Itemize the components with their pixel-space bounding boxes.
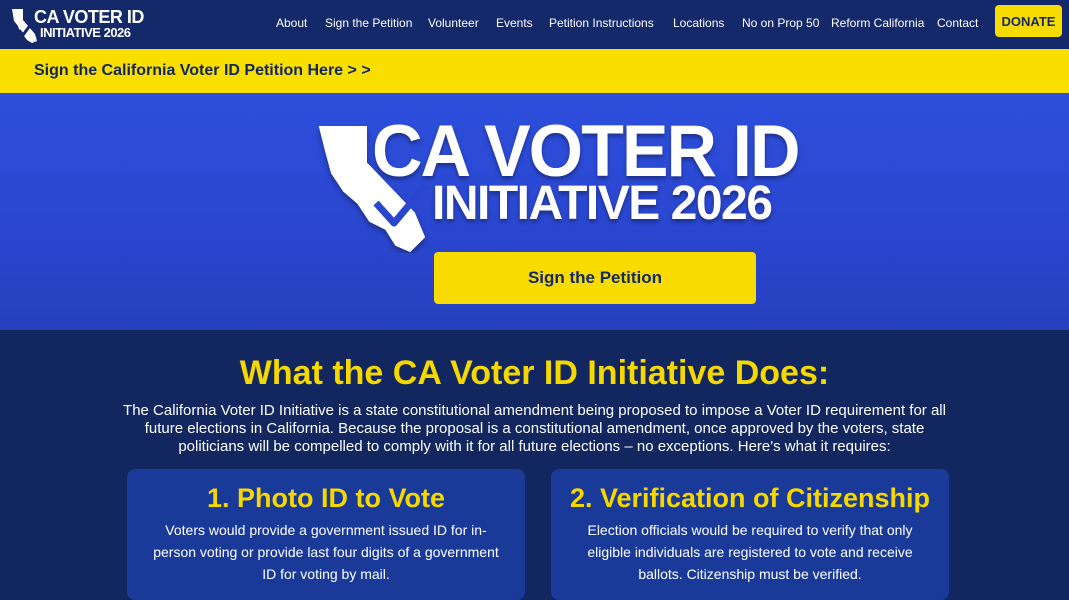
card-photo-id: 1. Photo ID to Vote Voters would provide… — [127, 469, 525, 600]
donate-button[interactable]: DONATE — [995, 5, 1062, 37]
hero-title-line-2: INITIATIVE 2026 — [432, 177, 773, 230]
section-heading: What the CA Voter ID Initiative Does: — [239, 354, 830, 392]
card-body: Voters would provide a government issued… — [153, 522, 499, 582]
sign-petition-button[interactable]: Sign the Petition — [434, 252, 756, 304]
top-navbar: CA VOTER ID INITIATIVE 2026 About Sign t… — [0, 0, 1069, 49]
hero-section: CA VOTER ID INITIATIVE 2026 Sign the Pet… — [0, 93, 1069, 330]
site-logo[interactable]: CA VOTER ID INITIATIVE 2026 — [10, 6, 144, 44]
petition-banner-link[interactable]: Sign the California Voter ID Petition He… — [34, 62, 371, 80]
nav-petition-instructions[interactable]: Petition Instructions — [549, 16, 654, 30]
nav-volunteer[interactable]: Volunteer — [428, 16, 479, 30]
initiative-section: What the CA Voter ID Initiative Does: Th… — [0, 330, 1069, 600]
nav-no-on-prop-50[interactable]: No on Prop 50 — [742, 16, 819, 30]
card-title: 2. Verification of Citizenship — [569, 483, 931, 513]
card-body: Election officials would be required to … — [587, 522, 913, 582]
section-intro: The California Voter ID Initiative is a … — [123, 402, 946, 455]
nav-sign-the-petition[interactable]: Sign the Petition — [325, 16, 412, 30]
nav-events[interactable]: Events — [496, 16, 533, 30]
card-title: 1. Photo ID to Vote — [207, 483, 445, 513]
logo-line-2: INITIATIVE 2026 — [40, 25, 131, 40]
nav-contact[interactable]: Contact — [937, 16, 978, 30]
petition-banner[interactable]: Sign the California Voter ID Petition He… — [0, 49, 1069, 93]
logo-line-1: CA VOTER ID — [34, 7, 144, 27]
card-citizenship: 2. Verification of Citizenship Election … — [551, 469, 949, 600]
nav-locations[interactable]: Locations — [673, 16, 724, 30]
nav-about[interactable]: About — [276, 16, 307, 30]
nav-reform-california[interactable]: Reform California — [831, 16, 924, 30]
